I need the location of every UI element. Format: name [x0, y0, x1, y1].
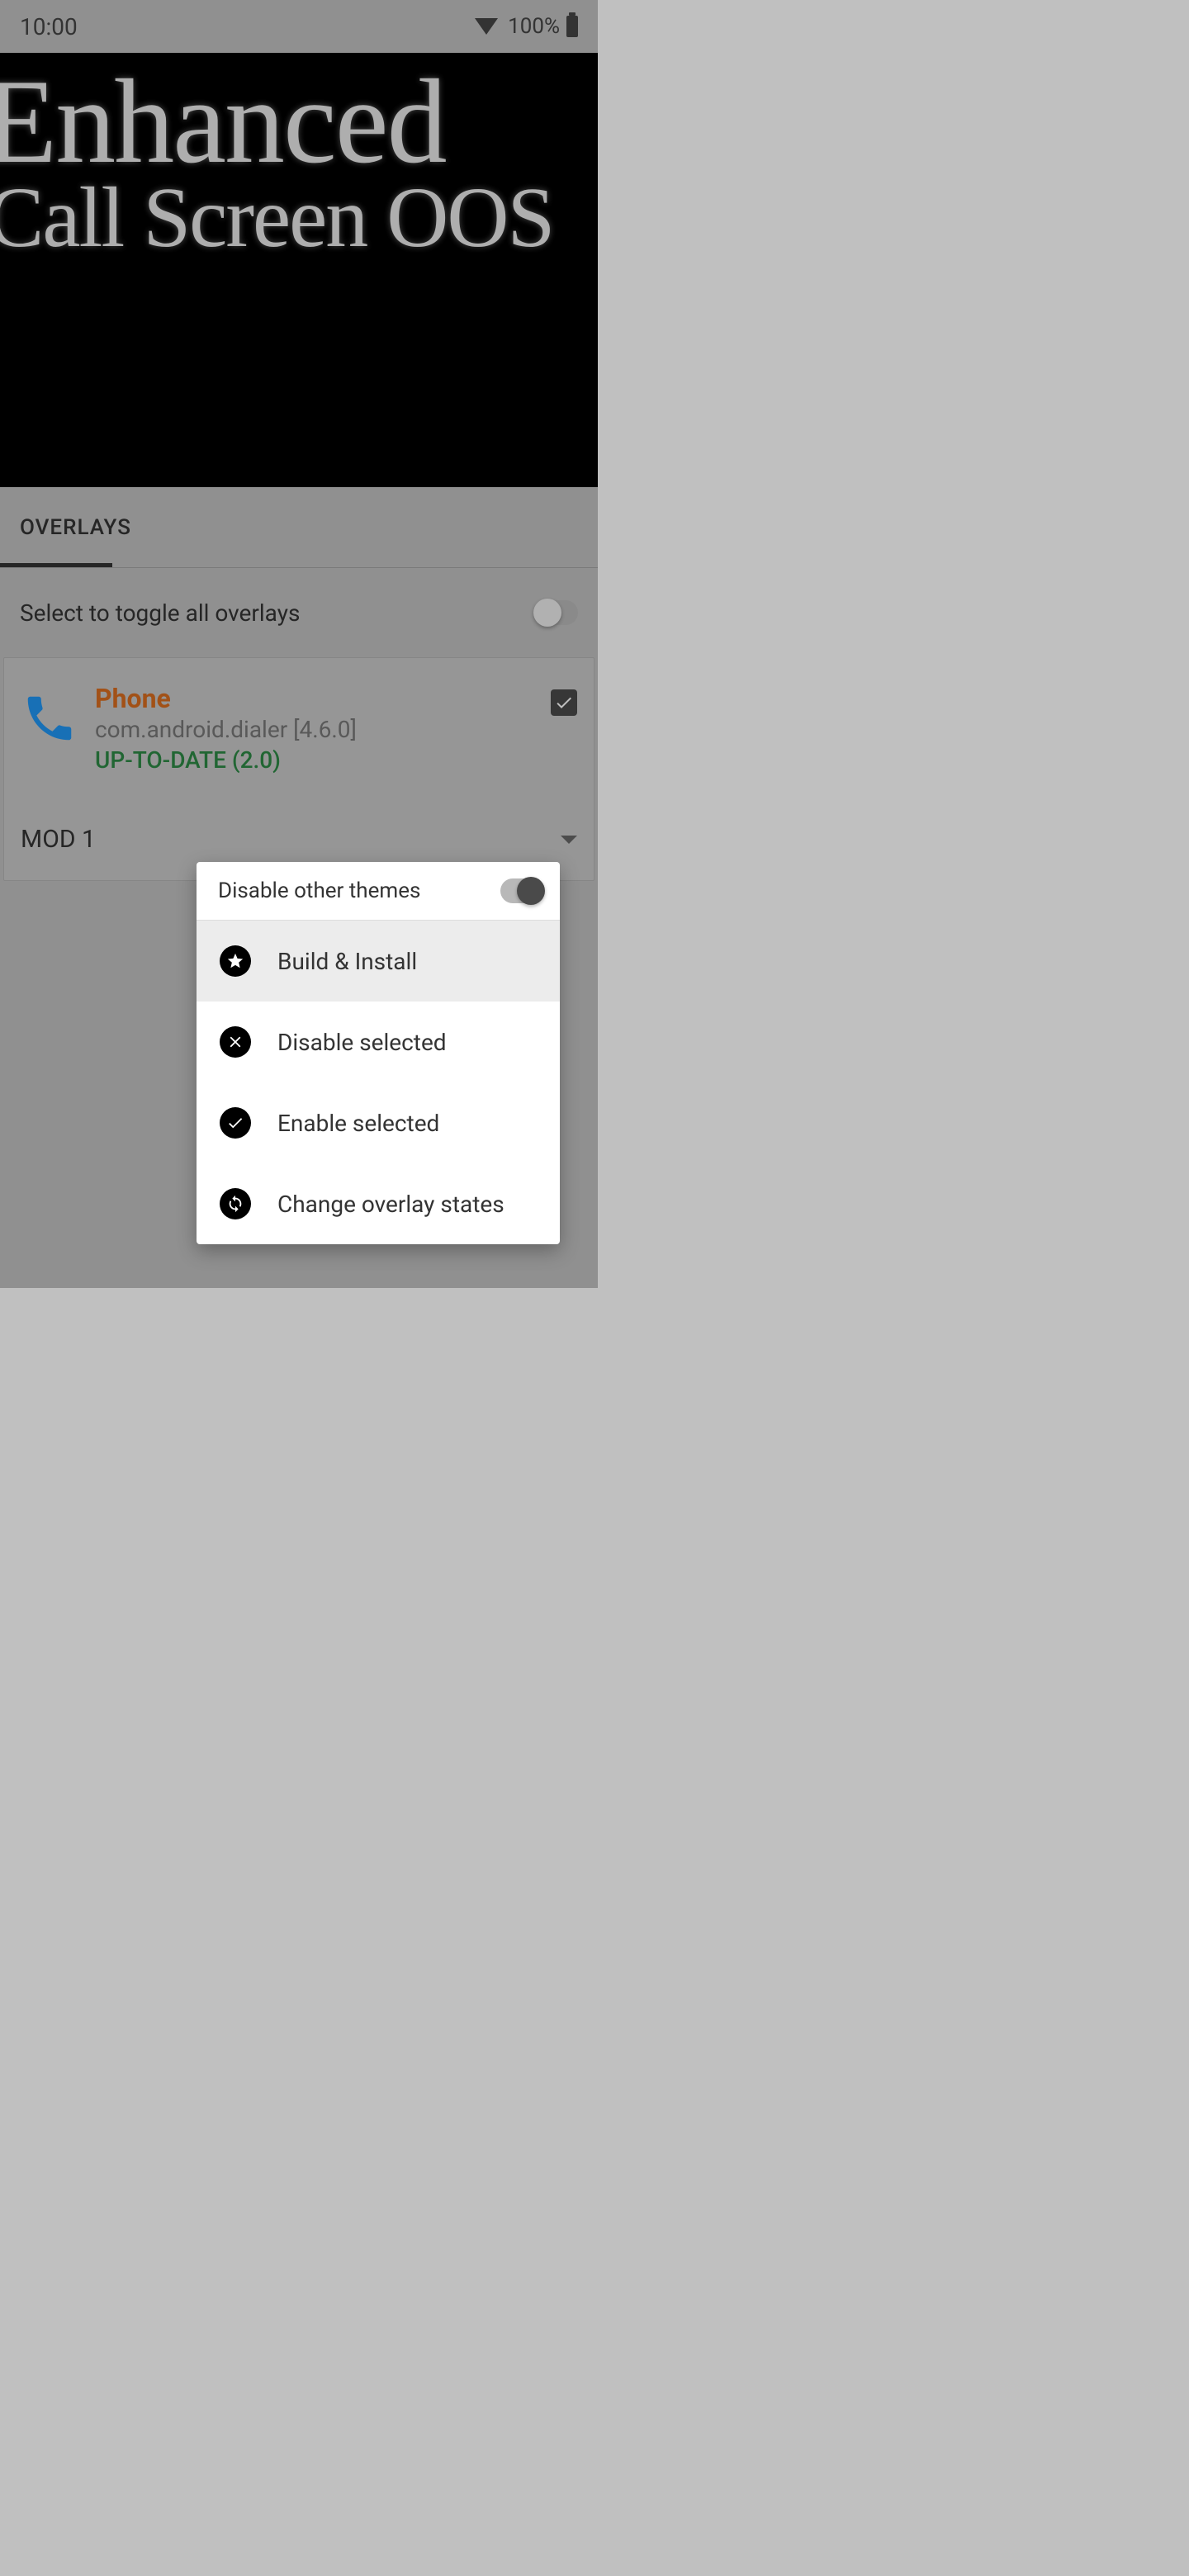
wifi-icon — [475, 18, 498, 35]
status-right: 100% — [475, 14, 578, 39]
popup-item-disable-selected[interactable]: Disable selected — [197, 1002, 560, 1082]
switch-thumb — [517, 877, 545, 905]
status-bar: 10:00 100% — [0, 0, 598, 53]
popup-item-change-overlay-states[interactable]: Change overlay states — [197, 1163, 560, 1244]
battery-percentage: 100% — [508, 14, 560, 39]
check-icon — [220, 1107, 251, 1139]
popup-item-enable-selected[interactable]: Enable selected — [197, 1082, 560, 1163]
popup-item-label: Disable selected — [277, 1029, 447, 1056]
popup-item-label: Enable selected — [277, 1110, 439, 1137]
popup-item-build-install[interactable]: Build & Install — [197, 921, 560, 1002]
disable-other-themes-switch[interactable] — [500, 878, 543, 903]
popup-item-label: Change overlay states — [277, 1191, 504, 1218]
sync-icon — [220, 1188, 251, 1219]
popup-header-label: Disable other themes — [218, 878, 420, 903]
status-time: 10:00 — [20, 13, 78, 40]
battery-icon — [566, 16, 578, 37]
popup-menu: Disable other themes Build & Install Dis… — [197, 862, 560, 1244]
close-icon — [220, 1026, 251, 1058]
popup-header: Disable other themes — [197, 862, 560, 921]
popup-item-label: Build & Install — [277, 948, 417, 975]
star-icon — [220, 945, 251, 977]
